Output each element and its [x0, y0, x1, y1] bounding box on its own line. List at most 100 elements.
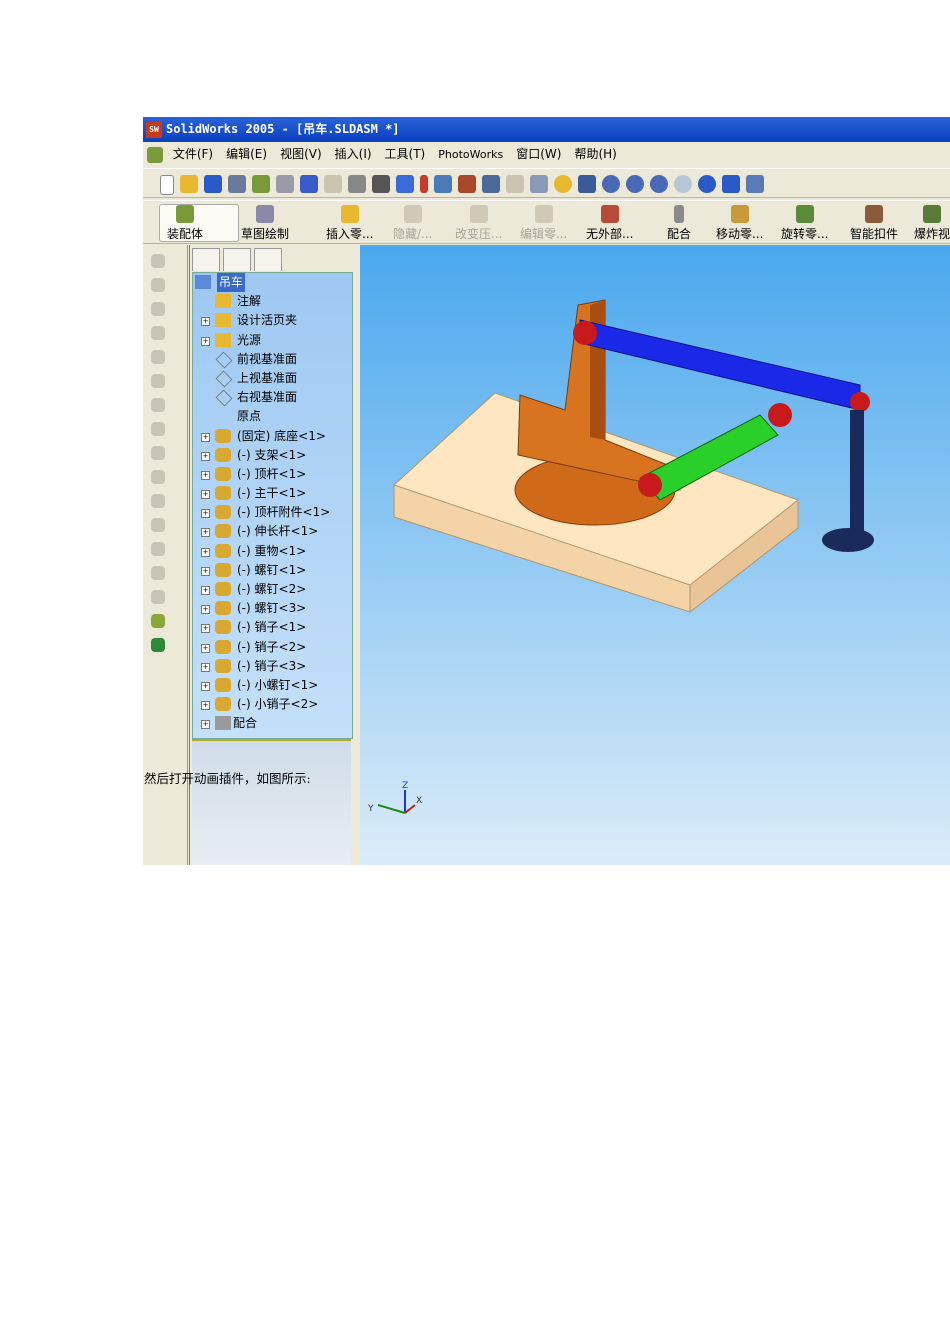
tree-item[interactable]: 上视基准面	[193, 369, 352, 388]
expand-icon[interactable]: +	[201, 566, 210, 576]
tree-item[interactable]: 前视基准面	[193, 350, 352, 369]
rotate-icon[interactable]	[698, 175, 716, 193]
feature-tool-icon[interactable]	[151, 302, 165, 316]
feature-tool-icon[interactable]	[151, 374, 165, 388]
redo-icon[interactable]	[324, 175, 342, 193]
tree-item[interactable]: + (-) 顶杆<1>	[193, 465, 352, 484]
feature-tool-icon[interactable]	[151, 398, 165, 412]
save-icon[interactable]	[204, 175, 222, 193]
zoom-area-icon[interactable]	[626, 175, 644, 193]
tree-item[interactable]: 注解	[193, 292, 352, 311]
expand-icon[interactable]: +	[201, 547, 210, 557]
menu-file[interactable]: 文件(F)	[173, 147, 213, 161]
expand-icon[interactable]: +	[201, 528, 210, 538]
feature-tool-icon[interactable]	[151, 542, 165, 556]
menu-view[interactable]: 视图(V)	[280, 147, 322, 161]
tree-item[interactable]: + (-) 小螺钉<1>	[193, 676, 352, 695]
tree-item[interactable]: + 设计活页夹	[193, 311, 352, 330]
material-icon[interactable]	[458, 175, 476, 193]
toolbar-rotate-component-button[interactable]: 旋转零...	[781, 205, 828, 242]
curves-icon[interactable]	[151, 638, 165, 652]
toolbar-exploded-view-button[interactable]: 爆炸视	[914, 205, 950, 242]
feature-tool-icon[interactable]	[151, 326, 165, 340]
tree-item[interactable]: + (-) 支架<1>	[193, 446, 352, 465]
tree-item[interactable]: + (-) 销子<3>	[193, 657, 352, 676]
feature-tool-icon[interactable]	[151, 446, 165, 460]
tree-item[interactable]: 原点	[193, 407, 352, 426]
tab-feature-manager[interactable]	[192, 248, 220, 271]
view-orient-icon[interactable]	[578, 175, 596, 193]
toolbar-edit-component-button[interactable]: 编辑零...	[520, 205, 567, 242]
equations-icon[interactable]	[482, 175, 500, 193]
expand-icon[interactable]: +	[201, 643, 210, 653]
toolbar-no-external-refs-button[interactable]: 无外部...	[586, 205, 633, 242]
expand-icon[interactable]: +	[201, 451, 210, 461]
tree-item[interactable]: + (-) 伸长杆<1>	[193, 522, 352, 541]
grid-icon[interactable]	[434, 175, 452, 193]
tree-item[interactable]: + 光源	[193, 331, 352, 350]
expand-icon[interactable]: +	[201, 624, 210, 634]
feature-tool-icon[interactable]	[151, 470, 165, 484]
menu-help[interactable]: 帮助(H)	[574, 147, 616, 161]
menu-insert[interactable]: 插入(I)	[335, 147, 372, 161]
tab-property-manager[interactable]	[223, 248, 251, 271]
feature-tool-icon[interactable]	[151, 278, 165, 292]
menu-edit[interactable]: 编辑(E)	[226, 147, 267, 161]
toolbar-change-suppression-button[interactable]: 改变压...	[455, 205, 502, 242]
tree-item[interactable]: + (-) 螺钉<1>	[193, 561, 352, 580]
expand-icon[interactable]: +	[201, 432, 210, 442]
feature-tool-icon[interactable]	[151, 518, 165, 532]
expand-icon[interactable]: +	[201, 662, 210, 672]
toolbar-hide-show-button[interactable]: 隐藏/...	[393, 205, 433, 242]
tab-configuration-manager[interactable]	[254, 248, 282, 271]
tree-item[interactable]: + 配合	[193, 714, 352, 733]
properties-icon[interactable]	[530, 175, 548, 193]
pan-icon[interactable]	[722, 175, 740, 193]
open-icon[interactable]	[180, 175, 198, 193]
expand-icon[interactable]: +	[201, 720, 210, 730]
expand-icon[interactable]: +	[201, 509, 210, 519]
menu-photoworks[interactable]: PhotoWorks	[438, 148, 503, 161]
menu-tools[interactable]: 工具(T)	[385, 147, 426, 161]
zoom-in-out-icon[interactable]	[650, 175, 668, 193]
toolbar-sketch-button[interactable]: 草图绘制	[241, 205, 289, 242]
tree-item[interactable]: 右视基准面	[193, 388, 352, 407]
rebuild-icon[interactable]	[420, 175, 428, 193]
tree-root[interactable]: 吊车	[193, 273, 352, 292]
tree-item[interactable]: + (-) 销子<1>	[193, 618, 352, 637]
print-preview-icon[interactable]	[276, 175, 294, 193]
select-icon[interactable]	[348, 175, 366, 193]
undo-icon[interactable]	[300, 175, 318, 193]
expand-icon[interactable]: +	[201, 681, 210, 691]
expand-icon[interactable]: +	[201, 701, 210, 711]
toolbar-insert-component-button[interactable]: 插入零...	[326, 205, 373, 242]
new-icon[interactable]	[160, 175, 174, 195]
tree-item[interactable]: + (-) 销子<2>	[193, 638, 352, 657]
tree-item[interactable]: + (-) 螺钉<2>	[193, 580, 352, 599]
tree-item[interactable]: + (-) 小销子<2>	[193, 695, 352, 714]
feature-tool-icon[interactable]	[151, 254, 165, 268]
reference-geometry-icon[interactable]	[151, 614, 165, 628]
expand-icon[interactable]: +	[201, 605, 210, 615]
feature-tool-icon[interactable]	[151, 494, 165, 508]
graphics-viewport[interactable]: Z Y X	[360, 245, 950, 865]
tree-item[interactable]: + (固定) 底座<1>	[193, 427, 352, 446]
tree-item[interactable]: + (-) 顶杆附件<1>	[193, 503, 352, 522]
sketch-icon[interactable]	[396, 175, 414, 193]
help-icon[interactable]	[554, 175, 572, 193]
zoom-fit-icon[interactable]	[602, 175, 620, 193]
tree-item[interactable]: + (-) 主干<1>	[193, 484, 352, 503]
tree-item[interactable]: + (-) 重物<1>	[193, 542, 352, 561]
expand-icon[interactable]: +	[201, 470, 210, 480]
expand-icon[interactable]: +	[201, 336, 210, 346]
make-assembly-icon[interactable]	[252, 175, 270, 193]
toolbar-mate-button[interactable]: 配合	[667, 205, 691, 242]
options-icon[interactable]	[506, 175, 524, 193]
toolbar-move-component-button[interactable]: 移动零...	[716, 205, 763, 242]
zoom-selection-icon[interactable]	[674, 175, 692, 193]
expand-icon[interactable]: +	[201, 317, 210, 327]
menu-window[interactable]: 窗口(W)	[516, 147, 561, 161]
feature-tool-icon[interactable]	[151, 422, 165, 436]
tree-item[interactable]: + (-) 螺钉<3>	[193, 599, 352, 618]
toolbar-smart-fasteners-button[interactable]: 智能扣件	[850, 205, 898, 242]
